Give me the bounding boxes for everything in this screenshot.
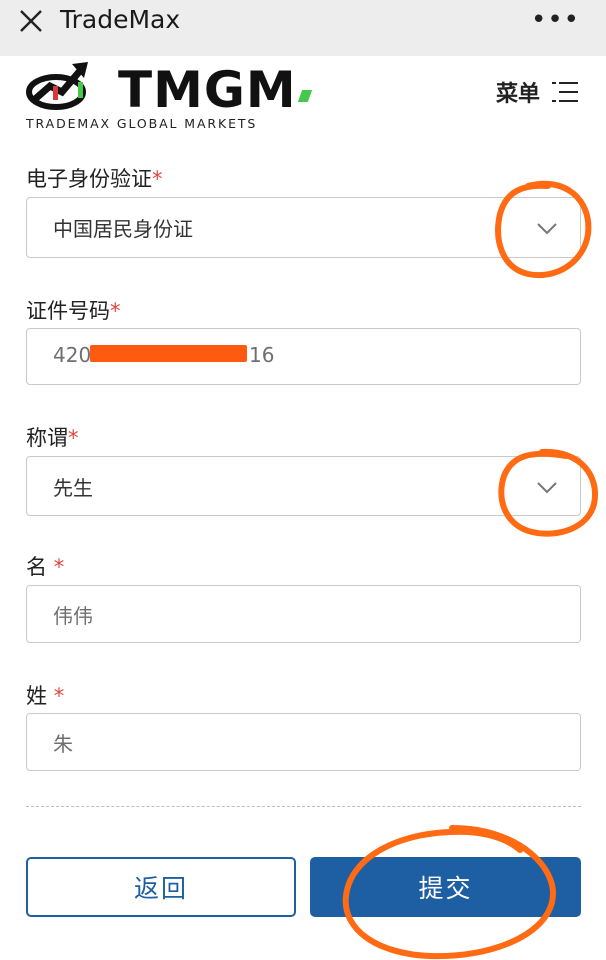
id-number-label: 证件号码* (26, 299, 121, 323)
logo-subtitle: TRADEMAX GLOBAL MARKETS (26, 116, 258, 131)
chevron-down-icon (537, 223, 557, 235)
menu-label: 菜单 (495, 82, 540, 107)
first-name-input[interactable]: 伟伟 (26, 585, 581, 643)
salutation-value: 先生 (53, 476, 93, 500)
logo-wordmark: TMGM (118, 61, 297, 119)
id-number-prefix: 420 (53, 343, 92, 367)
menu-button[interactable]: 菜单 (496, 76, 578, 108)
back-button[interactable]: 返回 (26, 857, 296, 917)
id-type-label: 电子身份验证* (26, 167, 163, 191)
last-name-label: 姓 * (26, 684, 65, 708)
submit-button[interactable]: 提交 (310, 857, 581, 917)
last-name-input[interactable]: 朱 (26, 713, 581, 771)
redaction-bar (90, 345, 247, 362)
id-number-suffix: 16 (249, 343, 275, 367)
window-title: TradeMax (60, 5, 181, 34)
last-name-value: 朱 (53, 732, 73, 756)
salutation-select[interactable]: 先生 (26, 456, 581, 516)
top-bar: TradeMax ••• (0, 0, 606, 56)
logo-mark-icon (26, 62, 88, 110)
close-icon[interactable] (18, 8, 44, 34)
more-options-icon[interactable]: ••• (531, 7, 580, 33)
id-type-select[interactable]: 中国居民身份证 (26, 197, 581, 258)
tmgm-logo[interactable]: TMGM TRADEMAX GLOBAL MARKETS (26, 60, 326, 134)
first-name-label: 名 * (26, 555, 65, 579)
salutation-label: 称谓* (26, 426, 79, 450)
first-name-value: 伟伟 (53, 604, 93, 628)
chevron-down-icon (537, 482, 557, 494)
id-type-value: 中国居民身份证 (53, 217, 193, 241)
form-divider (26, 806, 581, 807)
logo-accent-dot (297, 90, 313, 102)
hamburger-icon (552, 82, 578, 102)
